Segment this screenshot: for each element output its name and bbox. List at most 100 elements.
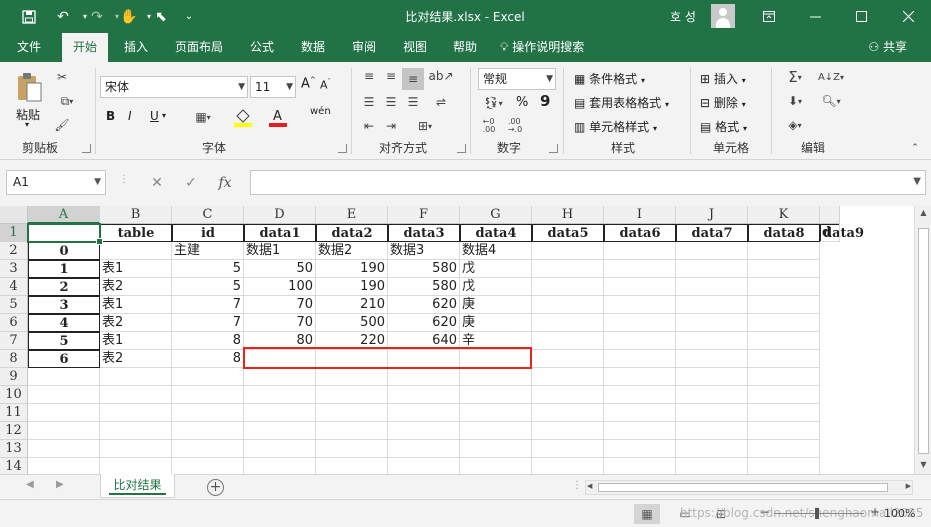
fill-icon[interactable]: ⬇ ▾ bbox=[780, 92, 810, 110]
worksheet-grid[interactable]: ▲ ▼ ABCDEFGHIJKL1234567891011121314table… bbox=[0, 206, 931, 474]
format-cells-button[interactable]: ▤ 格式 ▾ bbox=[700, 118, 747, 135]
table-cell[interactable] bbox=[604, 296, 676, 314]
table-cell[interactable] bbox=[676, 314, 748, 332]
shrink-font-button[interactable]: Aˇ bbox=[320, 78, 331, 92]
table-cell[interactable] bbox=[172, 440, 244, 458]
table-cell[interactable] bbox=[532, 440, 604, 458]
table-cell[interactable] bbox=[28, 368, 100, 386]
table-cell[interactable] bbox=[604, 350, 676, 368]
font-size-select[interactable]: 11 ▼ bbox=[250, 76, 296, 98]
column-header-h[interactable]: H bbox=[532, 206, 604, 224]
table-cell[interactable]: 70 bbox=[244, 296, 316, 314]
row-header[interactable]: 12 bbox=[0, 422, 28, 440]
table-cell[interactable]: 190 bbox=[316, 278, 388, 296]
table-cell[interactable] bbox=[100, 440, 172, 458]
table-cell[interactable] bbox=[532, 458, 604, 474]
table-cell[interactable]: 4 bbox=[28, 314, 100, 332]
table-cell[interactable]: 100 bbox=[244, 278, 316, 296]
table-cell[interactable] bbox=[604, 314, 676, 332]
font-name-select[interactable]: 宋体 ▼ bbox=[100, 76, 248, 98]
align-middle-icon[interactable]: ≡ bbox=[382, 68, 400, 84]
table-cell[interactable]: 580 bbox=[388, 260, 460, 278]
table-cell[interactable]: 表1 bbox=[100, 296, 172, 314]
table-cell[interactable] bbox=[532, 242, 604, 260]
scroll-down-icon[interactable]: ▼ bbox=[915, 460, 931, 469]
table-cell[interactable]: 表1 bbox=[100, 332, 172, 350]
merge-center-icon[interactable]: ⊞ ▾ bbox=[410, 118, 440, 134]
table-cell[interactable] bbox=[28, 440, 100, 458]
alignment-launcher-icon[interactable] bbox=[457, 144, 466, 153]
normal-view-icon[interactable]: ▦ bbox=[634, 504, 660, 524]
increase-decimal-icon[interactable]: ←0.00 bbox=[478, 116, 500, 136]
insert-cells-button[interactable]: ⊞ 插入 ▾ bbox=[700, 70, 746, 87]
table-cell[interactable]: 1 bbox=[28, 260, 100, 278]
table-cell[interactable]: 7 bbox=[172, 314, 244, 332]
ribbon-display-icon[interactable] bbox=[746, 0, 792, 33]
increase-indent-icon[interactable]: ⇥ bbox=[382, 118, 400, 134]
header-cell[interactable]: data4 bbox=[460, 224, 532, 242]
table-cell[interactable]: 庚 bbox=[460, 314, 532, 332]
table-cell[interactable] bbox=[676, 332, 748, 350]
table-cell[interactable]: 6 bbox=[28, 350, 100, 368]
table-cell[interactable] bbox=[388, 422, 460, 440]
table-cell[interactable]: 620 bbox=[388, 296, 460, 314]
table-cell[interactable] bbox=[676, 296, 748, 314]
align-center-icon[interactable]: ☰ bbox=[382, 94, 400, 110]
row-header[interactable]: 7 bbox=[0, 332, 28, 350]
row-header[interactable]: 2 bbox=[0, 242, 28, 260]
table-cell[interactable]: 70 bbox=[244, 314, 316, 332]
table-cell[interactable]: 表2 bbox=[100, 350, 172, 368]
header-cell[interactable]: data8 bbox=[748, 224, 820, 242]
delete-cells-button[interactable]: ⊟ 删除 ▾ bbox=[700, 94, 746, 111]
table-cell[interactable] bbox=[748, 314, 820, 332]
vertical-scrollbar[interactable]: ▲ ▼ bbox=[914, 206, 931, 474]
table-cell[interactable] bbox=[244, 404, 316, 422]
avatar[interactable] bbox=[711, 4, 735, 28]
header-cell[interactable]: data5 bbox=[532, 224, 604, 242]
bold-button[interactable]: B bbox=[106, 109, 115, 123]
table-cell[interactable]: 8 bbox=[172, 332, 244, 350]
format-as-table-button[interactable]: ▤ 套用表格格式 ▾ bbox=[574, 94, 669, 111]
table-cell[interactable] bbox=[676, 440, 748, 458]
table-cell[interactable] bbox=[676, 458, 748, 474]
table-cell[interactable] bbox=[100, 386, 172, 404]
font-launcher-icon[interactable] bbox=[338, 144, 347, 153]
clear-icon[interactable]: ◈ ▾ bbox=[780, 116, 810, 134]
tab-page-layout[interactable]: 页面布局 bbox=[166, 33, 232, 62]
header-cell[interactable]: data6 bbox=[604, 224, 676, 242]
table-cell[interactable] bbox=[460, 422, 532, 440]
header-cell[interactable]: table bbox=[100, 224, 172, 242]
table-cell[interactable]: 2 bbox=[28, 278, 100, 296]
table-cell[interactable] bbox=[388, 404, 460, 422]
table-cell[interactable] bbox=[676, 350, 748, 368]
table-cell[interactable]: 数据2 bbox=[316, 242, 388, 260]
column-header-partial[interactable] bbox=[820, 206, 840, 224]
cancel-icon[interactable]: ✕ bbox=[140, 175, 174, 191]
zoom-slider-thumb[interactable] bbox=[815, 508, 819, 519]
cut-icon[interactable]: ✂ bbox=[52, 68, 72, 86]
table-cell[interactable] bbox=[460, 386, 532, 404]
table-cell[interactable]: 8 bbox=[172, 350, 244, 368]
table-cell[interactable]: 数据3 bbox=[388, 242, 460, 260]
scroll-right-icon[interactable]: ▶ bbox=[906, 482, 911, 490]
table-cell[interactable]: 210 bbox=[316, 296, 388, 314]
table-cell[interactable] bbox=[388, 440, 460, 458]
table-cell[interactable] bbox=[748, 332, 820, 350]
tab-review[interactable]: 审阅 bbox=[342, 33, 386, 62]
column-header-k[interactable]: K bbox=[748, 206, 820, 224]
zoom-level[interactable]: 100% bbox=[884, 507, 915, 520]
font-color-icon[interactable]: A bbox=[264, 106, 294, 128]
table-cell[interactable] bbox=[172, 422, 244, 440]
scroll-left-icon[interactable]: ◀ bbox=[587, 482, 592, 490]
table-cell[interactable]: 0 bbox=[28, 242, 100, 260]
table-cell[interactable] bbox=[316, 440, 388, 458]
column-header-f[interactable]: F bbox=[388, 206, 460, 224]
fill-color-icon[interactable] bbox=[230, 106, 258, 128]
table-cell[interactable] bbox=[604, 368, 676, 386]
table-cell[interactable] bbox=[532, 332, 604, 350]
table-cell[interactable] bbox=[748, 458, 820, 474]
table-cell[interactable] bbox=[28, 422, 100, 440]
row-header[interactable]: 3 bbox=[0, 260, 28, 278]
table-cell[interactable] bbox=[604, 386, 676, 404]
collapse-ribbon-icon[interactable]: ⌃ bbox=[908, 142, 922, 154]
